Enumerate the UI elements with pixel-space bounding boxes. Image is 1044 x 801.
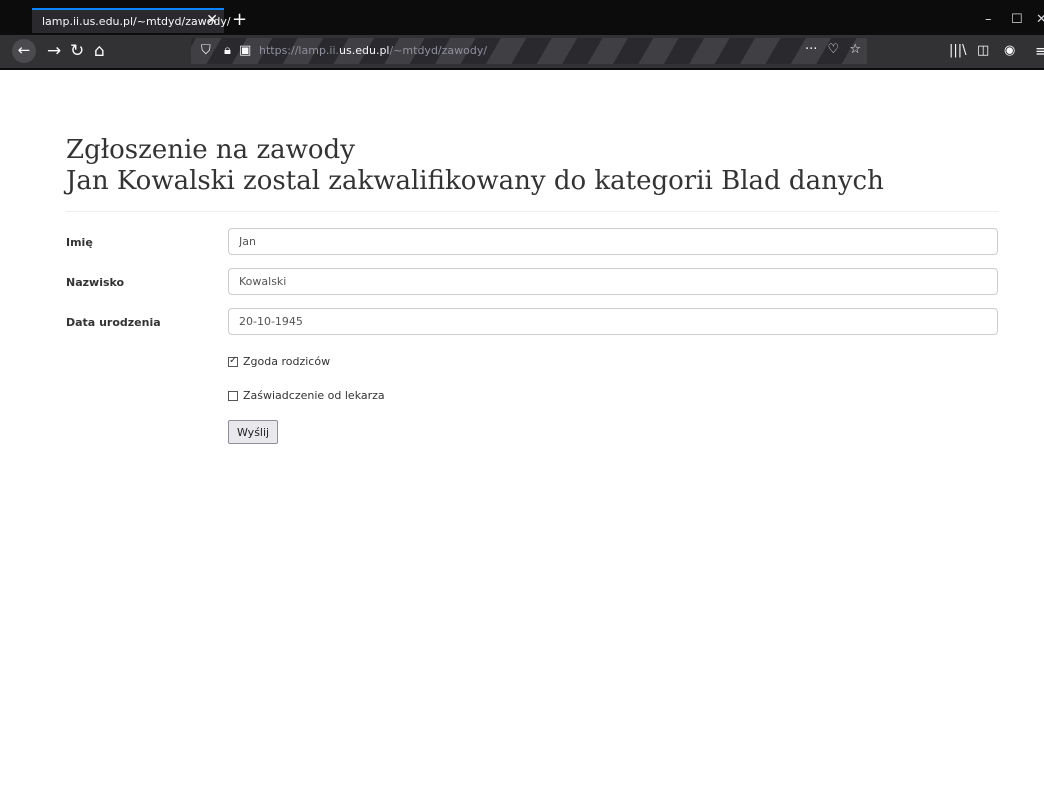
- tab-title: lamp.ii.us.edu.pl/~mtdyd/zawody/: [42, 15, 231, 28]
- birthdate-field[interactable]: [228, 308, 998, 335]
- parents-consent-box[interactable]: [228, 355, 238, 367]
- home-icon[interactable]: ⌂: [94, 40, 105, 62]
- divider: [66, 211, 999, 212]
- page-title-line2: Jan Kowalski zostal zakwalifikowany do k…: [66, 166, 884, 196]
- doctor-certificate-box[interactable]: [228, 390, 238, 401]
- doctor-certificate-checkbox[interactable]: Zaświadczenie od lekarza: [228, 389, 385, 402]
- last-name-label: Nazwisko: [66, 276, 125, 289]
- close-window-icon[interactable]: ✕: [1036, 12, 1044, 27]
- account-icon[interactable]: ◉: [1004, 40, 1015, 62]
- shield-icon[interactable]: ⛉: [201, 43, 211, 58]
- close-tab-icon[interactable]: ✕: [206, 12, 218, 28]
- last-name-field[interactable]: [228, 268, 998, 295]
- menu-icon[interactable]: ≡: [1035, 40, 1044, 62]
- browser-tab[interactable]: lamp.ii.us.edu.pl/~mtdyd/zawody/ ✕: [32, 8, 231, 33]
- pocket-icon[interactable]: ♡: [828, 42, 840, 57]
- lock-icon[interactable]: 🔒︎: [224, 43, 231, 58]
- doctor-certificate-label: Zaświadczenie od lekarza: [243, 389, 385, 402]
- birthdate-label: Data urodzenia: [66, 316, 161, 329]
- reload-icon[interactable]: ↻: [70, 40, 84, 62]
- sidebar-icon[interactable]: ◫: [977, 40, 989, 62]
- page-content: Zgłoszenie na zawody Jan Kowalski zostal…: [0, 70, 1044, 801]
- url-scheme: https://lamp.ii.: [259, 44, 340, 57]
- navigation-bar: ← → ↻ ⌂ ⛉ 🔒︎ ▣ https://lamp.ii.us.edu.pl…: [0, 35, 1044, 68]
- tab-strip: lamp.ii.us.edu.pl/~mtdyd/zawody/ ✕ + – ☐…: [0, 8, 1044, 33]
- url-bar[interactable]: ⛉ 🔒︎ ▣ https://lamp.ii.us.edu.pl/~mtdyd/…: [191, 38, 867, 64]
- first-name-label: Imię: [66, 236, 93, 249]
- browser-chrome: lamp.ii.us.edu.pl/~mtdyd/zawody/ ✕ + – ☐…: [0, 0, 1044, 70]
- page-title-line1: Zgłoszenie na zawody: [66, 135, 355, 165]
- more-actions-icon[interactable]: ···: [805, 42, 817, 57]
- permissions-icon[interactable]: ▣: [239, 43, 251, 58]
- url-path: /~mtdyd/zawody/: [389, 44, 488, 57]
- url-actions: ··· ♡ ☆: [805, 42, 861, 57]
- url-domain: us.edu.pl: [339, 44, 390, 57]
- parents-consent-label: Zgoda rodziców: [243, 355, 331, 368]
- url-text[interactable]: https://lamp.ii.us.edu.pl/~mtdyd/zawody/: [259, 44, 487, 57]
- back-icon[interactable]: ←: [12, 39, 36, 63]
- submit-button[interactable]: Wyślij: [228, 420, 279, 444]
- page-title: Zgłoszenie na zawody Jan Kowalski zostal…: [66, 135, 884, 197]
- first-name-field[interactable]: [228, 228, 998, 255]
- forward-icon[interactable]: →: [47, 40, 61, 62]
- new-tab-icon[interactable]: +: [232, 9, 247, 30]
- bookmark-star-icon[interactable]: ☆: [849, 42, 861, 57]
- minimize-icon[interactable]: –: [985, 12, 992, 27]
- library-icon[interactable]: |||\: [949, 40, 967, 62]
- maximize-icon[interactable]: ☐: [1011, 12, 1023, 27]
- parents-consent-checkbox[interactable]: Zgoda rodziców: [228, 355, 330, 368]
